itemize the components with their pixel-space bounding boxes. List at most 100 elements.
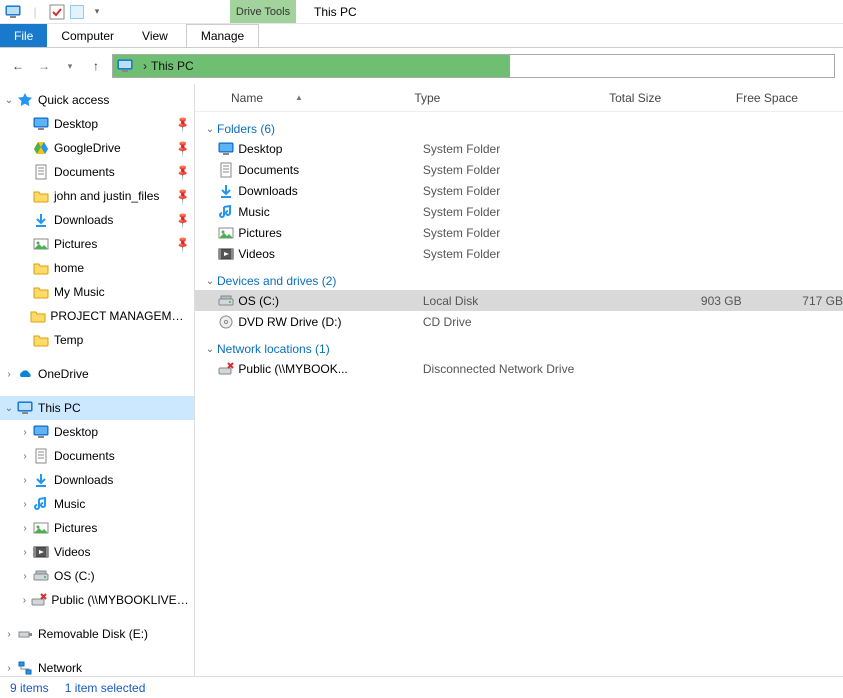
expander-icon[interactable]: › bbox=[18, 499, 32, 510]
tree-item-label: home bbox=[50, 261, 84, 275]
new-folder-icon[interactable] bbox=[70, 5, 84, 19]
folder-icon bbox=[32, 283, 50, 301]
list-item[interactable]: DownloadsSystem Folder bbox=[195, 180, 843, 201]
recent-dropdown-icon[interactable]: ▾ bbox=[60, 56, 80, 76]
tree-item[interactable]: › OneDrive bbox=[0, 362, 194, 386]
col-total-size[interactable]: Total Size bbox=[599, 91, 726, 105]
tree-item[interactable]: My Music bbox=[0, 280, 194, 304]
location-icon[interactable] bbox=[113, 55, 137, 77]
tree-item[interactable]: › Videos bbox=[0, 540, 194, 564]
tree-item[interactable]: ›Public (\\MYBOOKLIVEDUC bbox=[0, 588, 194, 612]
list-item[interactable]: Public (\\MYBOOK...Disconnected Network … bbox=[195, 358, 843, 379]
item-type: System Folder bbox=[423, 226, 616, 240]
expander-icon[interactable]: › bbox=[18, 451, 32, 462]
tree-item[interactable]: Desktop📌 bbox=[0, 112, 194, 136]
tree-item[interactable]: ›Pictures bbox=[0, 516, 194, 540]
list-item[interactable]: DVD RW Drive (D:)CD Drive bbox=[195, 311, 843, 332]
status-selection: 1 item selected bbox=[65, 681, 146, 695]
expander-icon[interactable]: › bbox=[18, 547, 32, 558]
pictures-icon bbox=[32, 235, 50, 253]
address-bar[interactable]: ›This PC bbox=[112, 54, 835, 78]
back-button[interactable]: ← bbox=[8, 56, 28, 76]
expander-icon[interactable]: › bbox=[18, 475, 32, 486]
tree-item[interactable]: ›Removable Disk (E:) bbox=[0, 622, 194, 646]
tree-item[interactable]: › Downloads bbox=[0, 468, 194, 492]
forward-button[interactable]: → bbox=[34, 56, 54, 76]
netdrive-x-icon bbox=[31, 591, 47, 609]
navigation-pane[interactable]: ⌄Quick accessDesktop📌GoogleDrive📌Documen… bbox=[0, 84, 195, 676]
tree-item[interactable]: PROJECT MANAGEMENT ar bbox=[0, 304, 194, 328]
qat-dropdown-icon[interactable]: ▾ bbox=[88, 3, 106, 21]
list-item[interactable]: PicturesSystem Folder bbox=[195, 222, 843, 243]
group-header[interactable]: ⌄Devices and drives (2) bbox=[195, 264, 843, 290]
folder-icon bbox=[32, 187, 50, 205]
tree-item[interactable]: Documents📌 bbox=[0, 160, 194, 184]
tab-view[interactable]: View bbox=[128, 24, 182, 47]
expander-icon[interactable]: › bbox=[2, 629, 16, 640]
sort-arrow-icon: ▲ bbox=[295, 93, 303, 102]
group-header[interactable]: ⌄Folders (6) bbox=[195, 112, 843, 138]
expander-icon[interactable]: › bbox=[2, 369, 16, 380]
expander-icon[interactable]: ⌄ bbox=[2, 95, 16, 106]
item-type: System Folder bbox=[423, 142, 616, 156]
tree-item[interactable]: ⌄ This PC bbox=[0, 396, 194, 420]
tab-file[interactable]: File bbox=[0, 24, 47, 47]
properties-icon[interactable] bbox=[48, 3, 66, 21]
desktop-icon bbox=[32, 115, 50, 133]
chevron-right-icon[interactable]: › bbox=[143, 59, 151, 73]
list-item[interactable]: MusicSystem Folder bbox=[195, 201, 843, 222]
group-header[interactable]: ⌄Network locations (1) bbox=[195, 332, 843, 358]
item-name: Desktop bbox=[234, 142, 422, 156]
expander-icon[interactable]: › bbox=[18, 595, 31, 606]
tab-manage[interactable]: Manage bbox=[186, 24, 259, 47]
list-item[interactable]: DesktopSystem Folder bbox=[195, 138, 843, 159]
tree-item[interactable]: › OS (C:) bbox=[0, 564, 194, 588]
col-type[interactable]: Type bbox=[404, 91, 599, 105]
tree-item-label: Downloads bbox=[50, 473, 113, 487]
tree-item-label: john and justin_files bbox=[50, 189, 159, 203]
tree-item-label: GoogleDrive bbox=[50, 141, 121, 155]
tree-item[interactable]: Pictures📌 bbox=[0, 232, 194, 256]
folder-icon bbox=[30, 307, 46, 325]
tree-item[interactable]: GoogleDrive📌 bbox=[0, 136, 194, 160]
tree-item-label: This PC bbox=[34, 401, 81, 415]
tree-item[interactable]: ⌄Quick access bbox=[0, 88, 194, 112]
expander-icon[interactable]: › bbox=[18, 571, 32, 582]
videos-icon bbox=[32, 543, 50, 561]
tab-computer[interactable]: Computer bbox=[47, 24, 128, 47]
navigation-row: ← → ▾ ↑ ›This PC bbox=[0, 48, 843, 84]
col-free-space[interactable]: Free Space bbox=[726, 91, 843, 105]
expander-icon[interactable]: › bbox=[18, 427, 32, 438]
expander-icon[interactable]: ⌄ bbox=[2, 403, 16, 414]
item-name: Public (\\MYBOOK... bbox=[234, 362, 422, 376]
list-item[interactable]: OS (C:)Local Disk903 GB717 GB bbox=[195, 290, 843, 311]
list-item[interactable]: VideosSystem Folder bbox=[195, 243, 843, 264]
tree-item[interactable]: ›Desktop bbox=[0, 420, 194, 444]
tree-item[interactable]: home bbox=[0, 256, 194, 280]
folder-icon bbox=[32, 331, 50, 349]
expander-icon[interactable]: › bbox=[18, 523, 32, 534]
file-list[interactable]: ⌄Folders (6)DesktopSystem FolderDocument… bbox=[195, 112, 843, 676]
group-expander-icon[interactable]: ⌄ bbox=[203, 124, 217, 135]
address-progress-fill bbox=[200, 55, 510, 77]
up-button[interactable]: ↑ bbox=[86, 56, 106, 76]
tree-item-label: OneDrive bbox=[34, 367, 89, 381]
breadcrumb-this-pc[interactable]: ›This PC bbox=[137, 55, 200, 77]
qat-separator: | bbox=[26, 3, 44, 21]
tree-item-label: Videos bbox=[50, 545, 90, 559]
tree-item[interactable]: ›Network bbox=[0, 656, 194, 676]
col-name[interactable]: Name▲ bbox=[195, 91, 404, 105]
group-expander-icon[interactable]: ⌄ bbox=[203, 276, 217, 287]
group-expander-icon[interactable]: ⌄ bbox=[203, 344, 217, 355]
tree-item[interactable]: ›Documents bbox=[0, 444, 194, 468]
tree-item[interactable]: ›Music bbox=[0, 492, 194, 516]
tree-item-label: My Music bbox=[50, 285, 105, 299]
list-item[interactable]: DocumentsSystem Folder bbox=[195, 159, 843, 180]
tree-item[interactable]: Temp bbox=[0, 328, 194, 352]
tree-item[interactable]: john and justin_files📌 bbox=[0, 184, 194, 208]
expander-icon[interactable]: › bbox=[2, 663, 16, 674]
tree-item[interactable]: Downloads📌 bbox=[0, 208, 194, 232]
tree-item-label: OS (C:) bbox=[50, 569, 95, 583]
contextual-tab-drive-tools[interactable]: Drive Tools bbox=[230, 0, 296, 23]
music-icon bbox=[32, 495, 50, 513]
